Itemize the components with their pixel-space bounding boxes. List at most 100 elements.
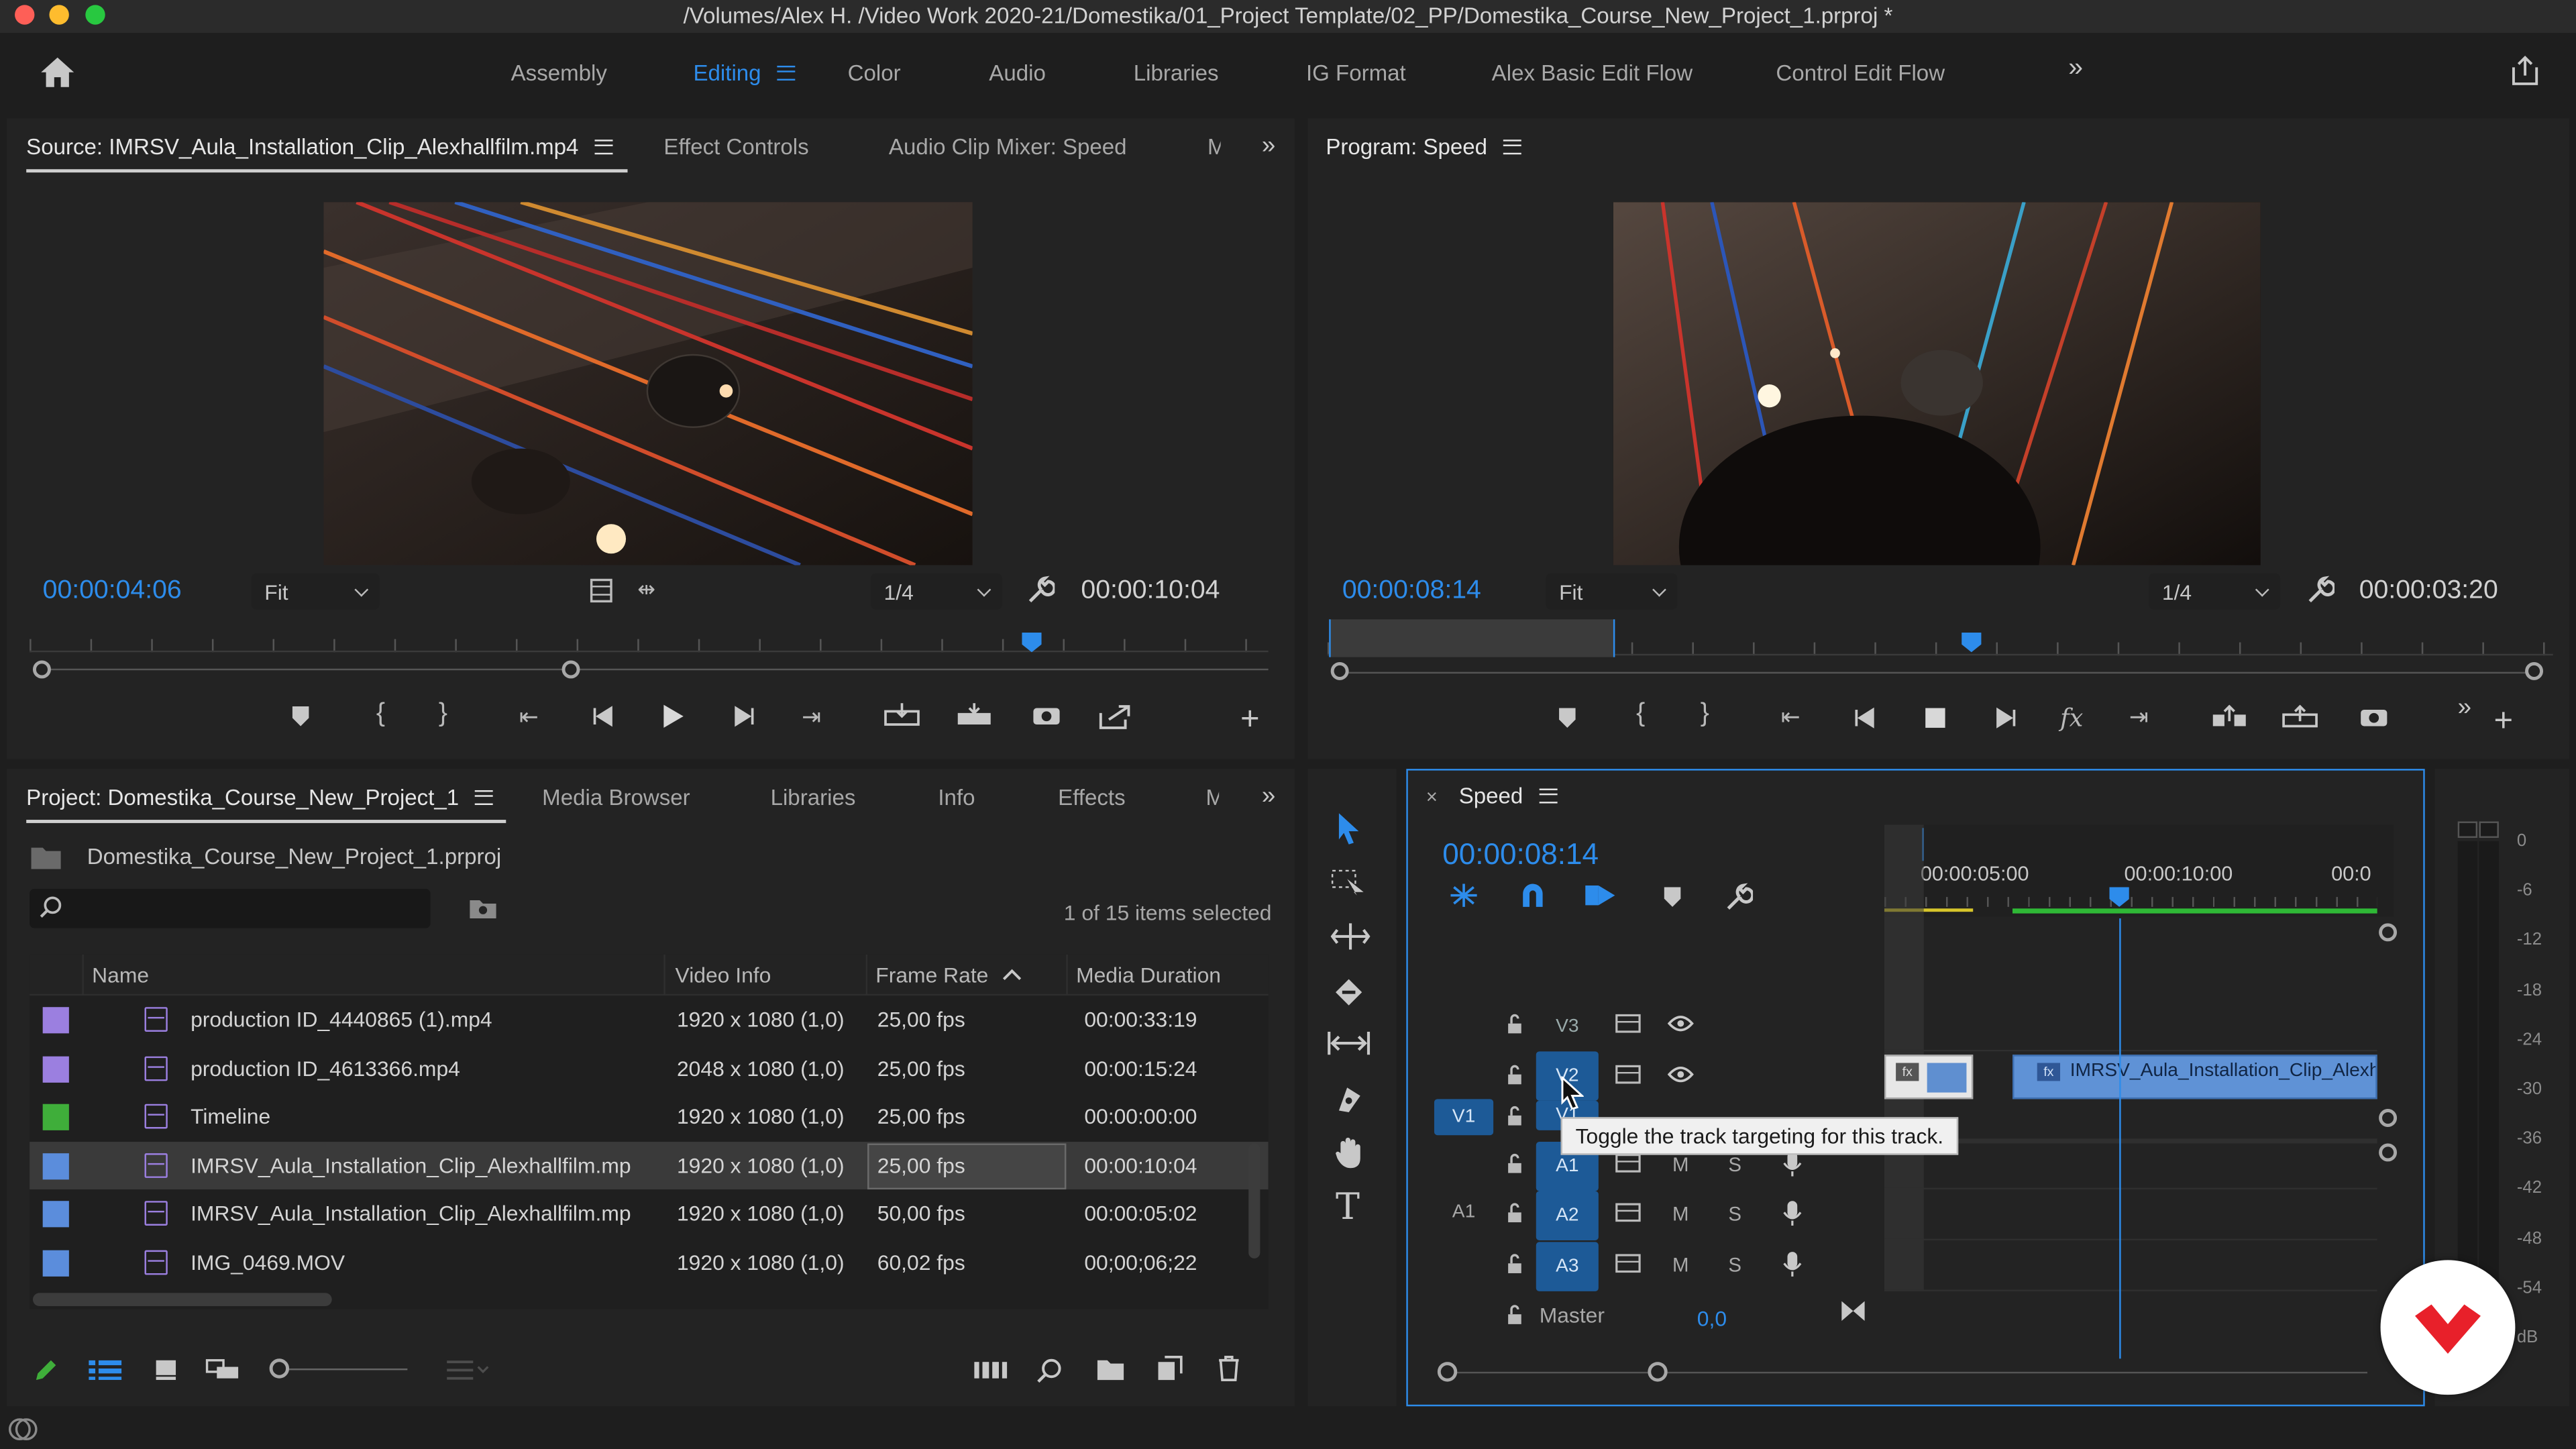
meter-peak-right[interactable] bbox=[2479, 821, 2499, 838]
program-zoom-scrollbar[interactable] bbox=[1337, 672, 2537, 674]
tab-effect-controls[interactable]: Effect Controls bbox=[663, 118, 808, 174]
program-step-back-icon[interactable] bbox=[1853, 706, 1876, 729]
selection-tool-icon[interactable] bbox=[1336, 812, 1362, 845]
table-row[interactable]: IMRSV_Aula_Installation_Clip_Alexhallfil… bbox=[30, 1140, 1269, 1190]
workspace-libraries[interactable]: Libraries bbox=[1134, 33, 1219, 112]
lock-a1-icon[interactable] bbox=[1507, 1153, 1523, 1175]
workspace-ig-format[interactable]: IG Format bbox=[1306, 33, 1406, 112]
close-window-button[interactable] bbox=[15, 5, 35, 25]
column-header-media-duration[interactable]: Media Duration bbox=[1076, 963, 1221, 987]
master-volume-value[interactable]: 0,0 bbox=[1697, 1306, 1727, 1331]
row-frame-rate[interactable]: 25,00 fps bbox=[877, 1104, 965, 1129]
tab-info[interactable]: Info bbox=[938, 769, 975, 824]
program-settings-wrench-icon[interactable] bbox=[2305, 575, 2335, 604]
timeline-clip-small[interactable]: fx bbox=[1884, 1055, 1974, 1099]
program-zoom-dropdown[interactable]: Fit bbox=[1546, 573, 1678, 610]
audio-waveform-icon[interactable]: ⇹ bbox=[637, 577, 655, 603]
mute-a1-button[interactable]: M bbox=[1672, 1153, 1688, 1176]
label-color-swatch[interactable] bbox=[42, 1152, 69, 1179]
step-back-icon[interactable] bbox=[592, 705, 614, 728]
label-color-swatch[interactable] bbox=[42, 1249, 69, 1276]
stop-icon[interactable] bbox=[1924, 706, 1947, 729]
workspace-menu-icon[interactable] bbox=[777, 64, 796, 80]
mute-a2-button[interactable]: M bbox=[1672, 1203, 1688, 1226]
column-header-frame-rate[interactable]: Frame Rate bbox=[875, 963, 988, 987]
tab-source[interactable]: Source: IMRSV_Aula_Installation_Clip_Ale… bbox=[26, 118, 613, 174]
button-editor-icon[interactable]: + bbox=[1240, 702, 1260, 739]
timeline-v-scroll-handle-top[interactable] bbox=[2379, 923, 2398, 942]
tab-effects[interactable]: Effects bbox=[1058, 769, 1125, 824]
lock-a3-icon[interactable] bbox=[1507, 1254, 1523, 1275]
workspace-assembly[interactable]: Assembly bbox=[511, 33, 607, 112]
program-resolution-dropdown[interactable]: 1/4 bbox=[2149, 573, 2281, 610]
tab-project[interactable]: Project: Domestika_Course_New_Project_1 bbox=[26, 769, 494, 824]
program-in-out-range[interactable] bbox=[1329, 619, 1615, 657]
sequence-tab[interactable]: Speed bbox=[1459, 784, 1558, 808]
zoom-slider-track[interactable] bbox=[286, 1368, 408, 1371]
new-item-icon[interactable] bbox=[1157, 1355, 1183, 1381]
row-frame-rate[interactable]: 60,02 fps bbox=[877, 1249, 965, 1274]
zoom-slider-handle[interactable] bbox=[269, 1358, 290, 1379]
automate-to-sequence-icon[interactable] bbox=[974, 1360, 1008, 1380]
mute-a3-button[interactable]: M bbox=[1672, 1254, 1688, 1277]
sync-lock-a1-icon[interactable] bbox=[1615, 1153, 1641, 1173]
settings-wrench-icon[interactable] bbox=[1025, 575, 1055, 604]
add-marker-icon[interactable] bbox=[290, 705, 310, 728]
source-time-ruler[interactable] bbox=[30, 626, 1269, 653]
write-lock-pencil-icon[interactable] bbox=[33, 1357, 59, 1383]
row-media-duration[interactable]: 00:00:10:04 bbox=[1084, 1152, 1197, 1177]
program-more-controls-icon[interactable]: » bbox=[2458, 693, 2471, 721]
row-media-duration[interactable]: 00:00:33:19 bbox=[1084, 1007, 1197, 1032]
pen-tool-icon[interactable] bbox=[1334, 1083, 1364, 1116]
film-icon[interactable] bbox=[590, 578, 612, 603]
program-zoom-handle-left[interactable] bbox=[1330, 661, 1349, 680]
timeline-v-scroll-handle-mid2[interactable] bbox=[2379, 1143, 2398, 1162]
mark-in-icon[interactable]: { bbox=[376, 700, 385, 729]
solo-a1-button[interactable]: S bbox=[1728, 1153, 1741, 1176]
label-color-swatch[interactable] bbox=[42, 1055, 69, 1082]
timeline-h-scroll-handle-right[interactable] bbox=[1648, 1362, 1668, 1382]
table-vertical-scrollbar[interactable] bbox=[1248, 1143, 1260, 1258]
find-icon[interactable] bbox=[1036, 1357, 1063, 1383]
step-forward-icon[interactable] bbox=[733, 705, 755, 728]
workspace-alex-basic-edit-flow[interactable]: Alex Basic Edit Flow bbox=[1492, 33, 1693, 112]
eye-v3-icon[interactable] bbox=[1667, 1014, 1694, 1033]
workspace-editing[interactable]: Editing bbox=[693, 33, 796, 112]
voiceover-a2-icon[interactable] bbox=[1782, 1199, 1802, 1228]
timeline-clip-main[interactable]: fx IMRSV_Aula_Installation_Clip_Alexh bbox=[2012, 1055, 2377, 1099]
source-patch-v1[interactable]: V1 bbox=[1434, 1099, 1494, 1136]
table-row[interactable]: Timeline 1920 x 1080 (1,0) 25,00 fps 00:00:… bbox=[30, 1093, 1269, 1141]
razor-tool-icon[interactable] bbox=[1332, 976, 1365, 1006]
source-zoom-handle-left[interactable] bbox=[32, 660, 51, 679]
sequence-menu-icon[interactable] bbox=[1539, 788, 1558, 804]
table-row[interactable]: production ID_4440865 (1).mp4 1920 x 1080… bbox=[30, 996, 1269, 1044]
timeline-add-marker-icon[interactable] bbox=[1662, 885, 1682, 908]
table-horizontal-scrollbar[interactable] bbox=[32, 1293, 332, 1306]
column-header-video-info[interactable]: Video Info bbox=[676, 963, 771, 987]
program-add-marker-icon[interactable] bbox=[1558, 706, 1577, 729]
table-row[interactable]: production ID_4613366.mp4 2048 x 1080 (1,… bbox=[30, 1044, 1269, 1092]
timeline-settings-wrench-icon[interactable] bbox=[1723, 882, 1754, 912]
voiceover-a3-icon[interactable] bbox=[1782, 1250, 1802, 1279]
tab-libraries[interactable]: Libraries bbox=[771, 769, 856, 824]
project-menu-icon[interactable] bbox=[475, 789, 494, 804]
freeform-view-icon[interactable] bbox=[205, 1358, 241, 1380]
project-more-panels-icon[interactable]: » bbox=[1262, 782, 1275, 810]
sort-icons-icon[interactable] bbox=[447, 1360, 490, 1380]
tab-program[interactable]: Program: Speed bbox=[1326, 118, 1522, 174]
program-playhead-timecode[interactable]: 00:00:08:14 bbox=[1342, 577, 1481, 606]
label-color-swatch[interactable] bbox=[42, 1007, 69, 1034]
row-frame-rate[interactable]: 25,00 fps bbox=[877, 1055, 965, 1080]
sort-ascending-icon[interactable] bbox=[1002, 967, 1022, 981]
list-view-icon[interactable] bbox=[89, 1360, 122, 1381]
program-step-forward-icon[interactable] bbox=[1994, 706, 2017, 729]
timeline-v-scroll-handle-mid1[interactable] bbox=[2379, 1109, 2398, 1128]
work-area-bar-green[interactable] bbox=[2012, 908, 2377, 914]
zoom-window-button[interactable] bbox=[85, 5, 105, 25]
row-frame-rate[interactable]: 25,00 fps bbox=[877, 1007, 965, 1032]
export-frame-icon[interactable] bbox=[1032, 703, 1061, 726]
solo-a2-button[interactable]: S bbox=[1728, 1203, 1741, 1226]
program-go-to-out-icon[interactable]: ⇥ bbox=[2129, 703, 2149, 731]
go-to-out-icon[interactable]: ⇥ bbox=[802, 703, 821, 731]
source-resolution-dropdown[interactable]: 1/4 bbox=[870, 573, 1002, 610]
